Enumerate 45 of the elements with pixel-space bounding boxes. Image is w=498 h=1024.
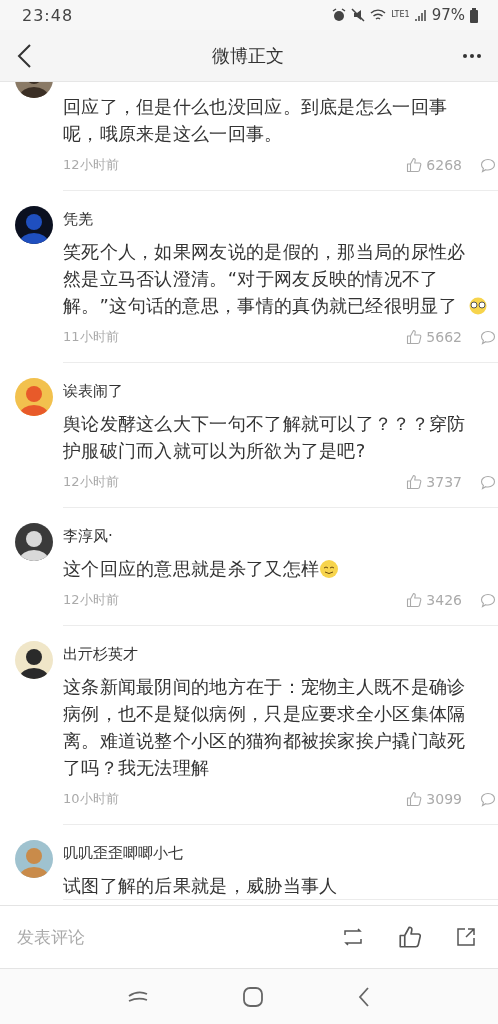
comment-time: 12小时前 xyxy=(63,591,120,609)
battery-text: 97% xyxy=(431,6,465,24)
thumbs-up-icon xyxy=(406,474,423,490)
comment-text: 这个回应的意思就是杀了又怎样 xyxy=(63,557,320,581)
wifi-icon xyxy=(370,8,387,22)
share-icon[interactable] xyxy=(456,927,476,947)
home-icon[interactable] xyxy=(242,985,264,1008)
comment-time: 10小时前 xyxy=(63,790,120,808)
signal-icon xyxy=(414,9,427,21)
status-time: 23:48 xyxy=(22,5,74,25)
comment-text: 笑死个人，如果网友说的是假的，那当局的尿性必然是立马否认澄清。“对于网友反映的情况不了解。”这句话的意思，事情的真伪就已经很明显了 xyxy=(63,240,467,318)
comment-text: 舆论发酵这么大下一句不了解就可以了？？？穿防护服破门而入就可以为所欲为了是吧? xyxy=(63,412,467,463)
avatar xyxy=(15,840,53,878)
avatar xyxy=(15,641,53,679)
page-title: 微博正文 xyxy=(212,43,284,68)
avatar xyxy=(15,378,53,416)
more-button[interactable] xyxy=(462,52,482,59)
comment-time: 11小时前 xyxy=(63,328,120,346)
avatar xyxy=(15,523,53,561)
comment-input[interactable]: 发表评论 xyxy=(15,926,342,948)
comment-time: 12小时前 xyxy=(63,156,120,174)
alarm-icon xyxy=(332,8,347,22)
network-label: LTE1 xyxy=(391,11,410,19)
thumbs-up-icon xyxy=(406,157,423,173)
battery-icon xyxy=(470,7,478,23)
back-nav-icon[interactable] xyxy=(357,985,372,1008)
emoji-icon xyxy=(468,296,488,315)
comment-text: 试图了解的后果就是，威胁当事人 xyxy=(63,874,338,898)
back-button[interactable] xyxy=(16,42,34,69)
thumbs-up-icon xyxy=(406,592,423,608)
comment-time: 12小时前 xyxy=(63,473,120,491)
thumbs-up-icon xyxy=(398,925,422,949)
repost-icon[interactable] xyxy=(342,927,364,947)
emoji-icon xyxy=(319,558,340,579)
commenter-name[interactable]: 李淳风· xyxy=(63,523,496,549)
avatar xyxy=(15,206,53,244)
mute-icon xyxy=(351,8,366,22)
commenter-name[interactable]: 叽叽歪歪唧唧小七 xyxy=(63,840,496,866)
commenter-name[interactable]: 诶表闹了 xyxy=(63,378,496,404)
commenter-name[interactable]: 凭羌 xyxy=(63,206,496,232)
thumbs-up-icon xyxy=(406,329,423,345)
comment-text: 回应了，但是什么也没回应。到底是怎么一回事呢，哦原来是这么一回事。 xyxy=(63,95,449,146)
comment-text: 这条新闻最阴间的地方在于：宠物主人既不是确诊病例，也不是疑似病例，只是应要求全小区集体隔离。难道说整个小区的猫狗都被挨家挨户撬门敲死了吗？我无法理解 xyxy=(63,675,467,780)
thumbs-up-icon xyxy=(406,791,423,807)
commenter-name[interactable]: 出亓杉英才 xyxy=(63,641,496,667)
